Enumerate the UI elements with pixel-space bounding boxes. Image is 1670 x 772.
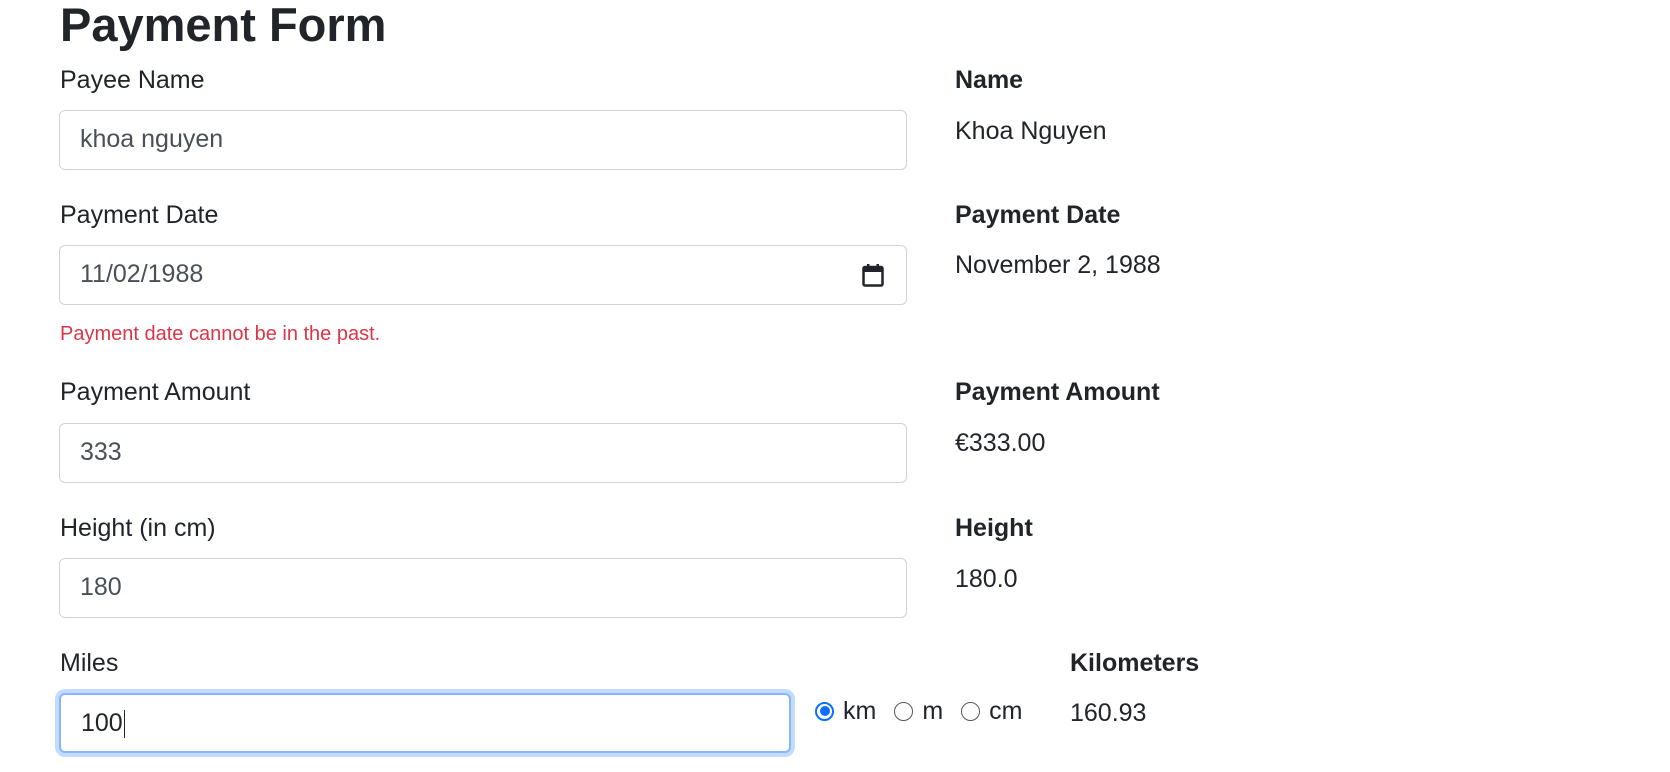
radio-m[interactable] xyxy=(894,701,914,721)
height-input[interactable]: 180 xyxy=(59,558,907,618)
text-cursor xyxy=(123,710,126,739)
payment-date-label: Payment Date xyxy=(60,201,219,229)
payment-form-page: Payment Form Payee Name khoa nguyen Name… xyxy=(0,0,1670,772)
payment-amount-label: Payment Amount xyxy=(60,378,251,406)
unit-radio-group: km m cm xyxy=(815,696,1040,726)
miles-value-wrapper: 100 xyxy=(81,695,126,752)
payment-date-input[interactable]: 11/02/1988 xyxy=(59,245,907,305)
unit-option-km[interactable]: km xyxy=(815,696,876,726)
radio-cm-label: cm xyxy=(989,697,1023,725)
miles-value: 100 xyxy=(81,709,123,737)
name-output-label: Name xyxy=(955,66,1024,94)
payee-name-input[interactable]: khoa nguyen xyxy=(59,110,907,170)
height-label: Height (in cm) xyxy=(60,514,216,542)
kilometers-output-label: Kilometers xyxy=(1070,649,1200,677)
payee-name-label: Payee Name xyxy=(60,66,205,94)
height-value: 180 xyxy=(80,573,122,601)
payment-amount-value: 333 xyxy=(80,438,122,466)
height-output-label: Height xyxy=(955,514,1033,542)
radio-cm[interactable] xyxy=(961,701,981,721)
unit-option-m[interactable]: m xyxy=(894,696,943,726)
payment-date-error: Payment date cannot be in the past. xyxy=(60,323,381,345)
page-title: Payment Form xyxy=(60,0,387,51)
payment-date-value: 11/02/1988 xyxy=(80,260,204,288)
radio-km-label: km xyxy=(843,697,877,725)
unit-option-cm[interactable]: cm xyxy=(961,696,1022,726)
payment-amount-input[interactable]: 333 xyxy=(59,423,907,483)
height-output-value: 180.0 xyxy=(955,565,1018,593)
calendar-icon[interactable] xyxy=(862,263,884,287)
payment-date-output-value: November 2, 1988 xyxy=(955,251,1161,279)
payee-name-value: khoa nguyen xyxy=(80,125,224,153)
radio-km[interactable] xyxy=(815,701,834,721)
miles-input[interactable]: 100 xyxy=(59,693,791,753)
miles-label: Miles xyxy=(60,649,119,677)
name-output-value: Khoa Nguyen xyxy=(955,117,1107,145)
payment-date-output-label: Payment Date xyxy=(955,201,1121,229)
payment-amount-output-label: Payment Amount xyxy=(955,378,1160,406)
kilometers-output-value: 160.93 xyxy=(1070,699,1147,727)
radio-m-label: m xyxy=(922,697,944,725)
payment-amount-output-value: €333.00 xyxy=(955,429,1046,457)
